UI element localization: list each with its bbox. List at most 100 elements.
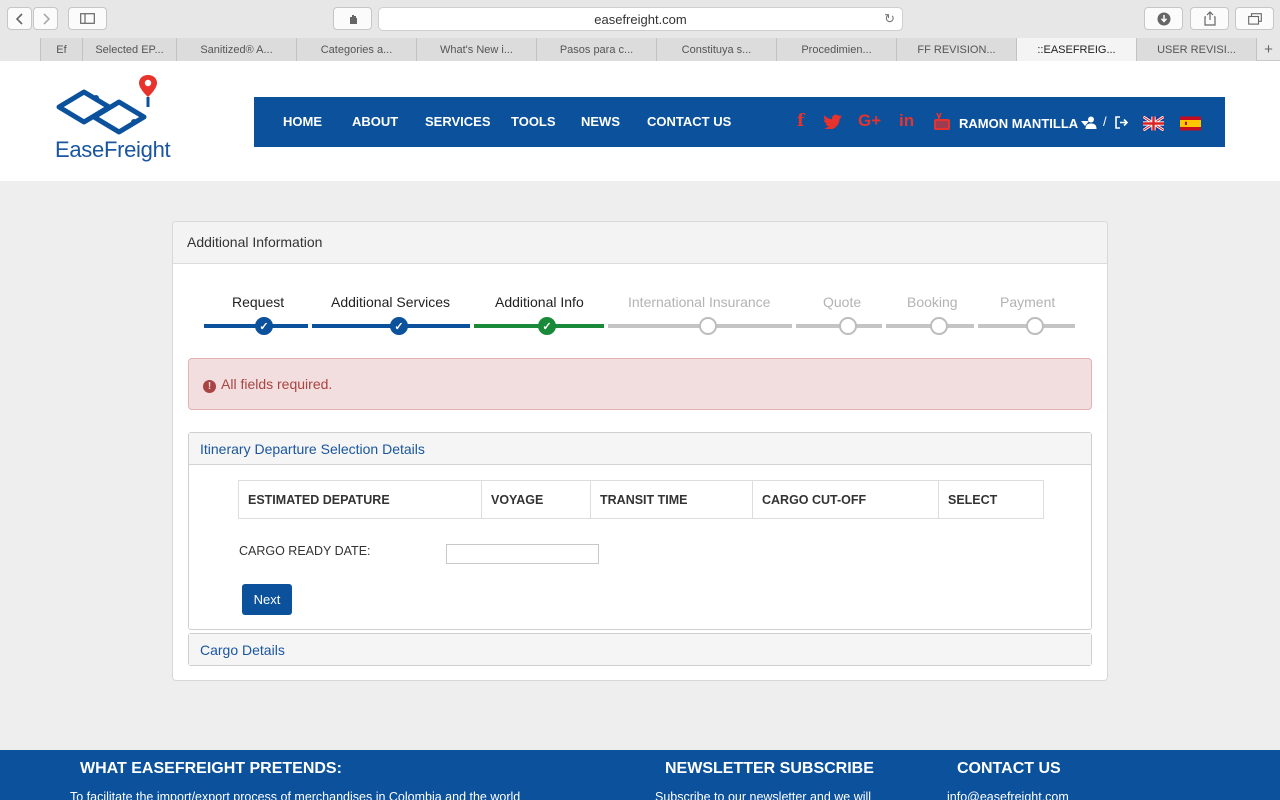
column-transit-time: TRANSIT TIME xyxy=(591,481,753,518)
tabs-icon xyxy=(1247,12,1262,25)
site-header: EaseFreight HOME ABOUT SERVICES TOOLS NE… xyxy=(0,61,1280,181)
check-icon: ✓ xyxy=(390,317,408,335)
step-circle-icon xyxy=(930,317,948,335)
cargo-ready-date-label: CARGO READY DATE: xyxy=(239,544,371,558)
footer-pretends-text: To facilitate the import/export process … xyxy=(70,790,521,800)
downloads-button[interactable] xyxy=(1144,7,1183,30)
step-label-payment: Payment xyxy=(1000,294,1056,310)
browser-tab[interactable]: Ef xyxy=(40,38,82,61)
cargo-details-title[interactable]: Cargo Details xyxy=(189,634,1091,665)
check-icon: ✓ xyxy=(538,317,556,335)
sign-out-icon[interactable] xyxy=(1115,116,1129,129)
step-circle-icon xyxy=(699,317,717,335)
column-voyage: VOYAGE xyxy=(482,481,591,518)
new-tab-button[interactable]: + xyxy=(1256,38,1280,61)
browser-tab-strip: Ef Selected EP... Sanitized® A... Catego… xyxy=(0,38,1280,61)
tab-label: Selected EP... xyxy=(95,43,164,56)
hand-icon xyxy=(349,14,357,24)
forward-button[interactable] xyxy=(33,7,58,30)
step-circle-icon xyxy=(1026,317,1044,335)
tab-label: What's New i... xyxy=(439,43,513,56)
cargo-ready-date-input[interactable] xyxy=(446,544,599,564)
tab-label: Pasos para c... xyxy=(559,43,634,56)
browser-toolbar: easefreight.com ↻ xyxy=(0,0,1280,38)
page-main: Additional Information Request Additiona… xyxy=(0,181,1280,750)
youtube-icon[interactable] xyxy=(933,112,951,131)
check-icon: ✓ xyxy=(255,317,273,335)
back-button[interactable] xyxy=(7,7,32,30)
auth-separator: / xyxy=(1103,114,1107,129)
exclamation-circle-icon: ! xyxy=(203,380,216,393)
alert-message: All fields required. xyxy=(221,376,333,392)
step-label-additional-services[interactable]: Additional Services xyxy=(331,294,450,310)
step-label-quote: Quote xyxy=(823,294,862,310)
sidebar-icon xyxy=(80,13,95,24)
logo-wordmark: EaseFreight xyxy=(55,137,171,162)
nav-news[interactable]: NEWS xyxy=(581,114,620,129)
twitter-icon[interactable] xyxy=(824,114,842,129)
additional-information-card: Additional Information Request Additiona… xyxy=(172,221,1108,681)
user-icon[interactable] xyxy=(1085,116,1097,129)
step-label-booking: Booking xyxy=(907,294,958,310)
browser-tab[interactable]: Sanitized® A... xyxy=(176,38,296,61)
itinerary-table-header: ESTIMATED DEPATURE VOYAGE TRANSIT TIME C… xyxy=(238,480,1044,519)
step-label-additional-info[interactable]: Additional Info xyxy=(495,294,584,310)
step-circle-icon xyxy=(839,317,857,335)
linkedin-icon[interactable]: in xyxy=(899,111,914,131)
footer-newsletter-text: Subscribe to our newsletter and we will xyxy=(655,790,872,800)
nav-contact-us[interactable]: CONTACT US xyxy=(647,114,731,129)
hand-extension-button[interactable] xyxy=(333,7,372,30)
reload-icon[interactable]: ↻ xyxy=(884,11,895,27)
share-button[interactable] xyxy=(1190,7,1229,30)
next-button[interactable]: Next xyxy=(242,584,292,615)
progress-stepper: Request Additional Services Additional I… xyxy=(173,222,1109,342)
itinerary-panel-title[interactable]: Itinerary Departure Selection Details xyxy=(189,433,1091,465)
chevron-left-icon xyxy=(15,12,23,25)
site-footer: WHAT EASEFREIGHT PRETENDS: To facilitate… xyxy=(0,750,1280,800)
step-label-request[interactable]: Request xyxy=(232,294,284,310)
browser-tab[interactable]: FF REVISION... xyxy=(896,38,1016,61)
user-menu[interactable]: RAMON MANTILLA xyxy=(959,116,1090,131)
spain-flag-icon[interactable] xyxy=(1180,116,1201,131)
browser-tab[interactable]: Pasos para c... xyxy=(536,38,656,61)
browser-tab[interactable]: What's New i... xyxy=(416,38,536,61)
tab-overview-button[interactable] xyxy=(1235,7,1274,30)
footer-contact-email[interactable]: info@easefreight.com xyxy=(947,790,1069,800)
step-label-international-insurance: International Insurance xyxy=(628,294,771,310)
address-bar[interactable]: easefreight.com ↻ xyxy=(378,7,903,31)
url-text: easefreight.com xyxy=(594,11,687,27)
download-icon xyxy=(1157,12,1170,25)
column-select: SELECT xyxy=(948,493,998,507)
browser-tab[interactable]: Constituya s... xyxy=(656,38,776,61)
tab-label: ::EASEFREIG... xyxy=(1037,43,1116,56)
footer-contact-title: CONTACT US xyxy=(957,760,1061,777)
nav-tools[interactable]: TOOLS xyxy=(511,114,556,129)
facebook-icon[interactable]: f xyxy=(797,111,804,131)
nav-about[interactable]: ABOUT xyxy=(352,114,398,129)
validation-alert: ! All fields required. xyxy=(188,358,1092,410)
footer-newsletter-title: NEWSLETTER SUBSCRIBE xyxy=(665,760,874,777)
browser-tab[interactable]: USER REVISI... xyxy=(1136,38,1256,61)
tab-label: Procedimien... xyxy=(801,43,872,56)
column-estimated-departure: ESTIMATED DEPATURE xyxy=(239,481,482,518)
browser-tab-active[interactable]: ::EASEFREIG... xyxy=(1016,38,1136,61)
google-plus-icon[interactable]: G+ xyxy=(858,111,881,131)
uk-flag-icon[interactable] xyxy=(1143,116,1164,131)
tab-spacer xyxy=(0,38,40,61)
sidebar-toggle-button[interactable] xyxy=(68,7,107,30)
browser-tab[interactable]: Procedimien... xyxy=(776,38,896,61)
user-name: RAMON MANTILLA xyxy=(959,116,1078,131)
tab-label: Sanitized® A... xyxy=(200,43,273,56)
nav-home[interactable]: HOME xyxy=(283,114,322,129)
footer-pretends-title: WHAT EASEFREIGHT PRETENDS: xyxy=(80,760,342,777)
nav-services[interactable]: SERVICES xyxy=(425,114,491,129)
plus-icon: + xyxy=(1264,41,1273,58)
browser-chrome: easefreight.com ↻ Ef Selected EP... Sani… xyxy=(0,0,1280,61)
tab-label: FF REVISION... xyxy=(917,43,996,56)
itinerary-panel: Itinerary Departure Selection Details ES… xyxy=(188,432,1092,630)
column-cargo-cut-off: CARGO CUT-OFF xyxy=(753,481,939,518)
browser-tab[interactable]: Categories a... xyxy=(296,38,416,61)
tab-label: Constituya s... xyxy=(681,43,752,56)
browser-tab[interactable]: Selected EP... xyxy=(82,38,176,61)
tab-label: USER REVISI... xyxy=(1157,43,1236,56)
